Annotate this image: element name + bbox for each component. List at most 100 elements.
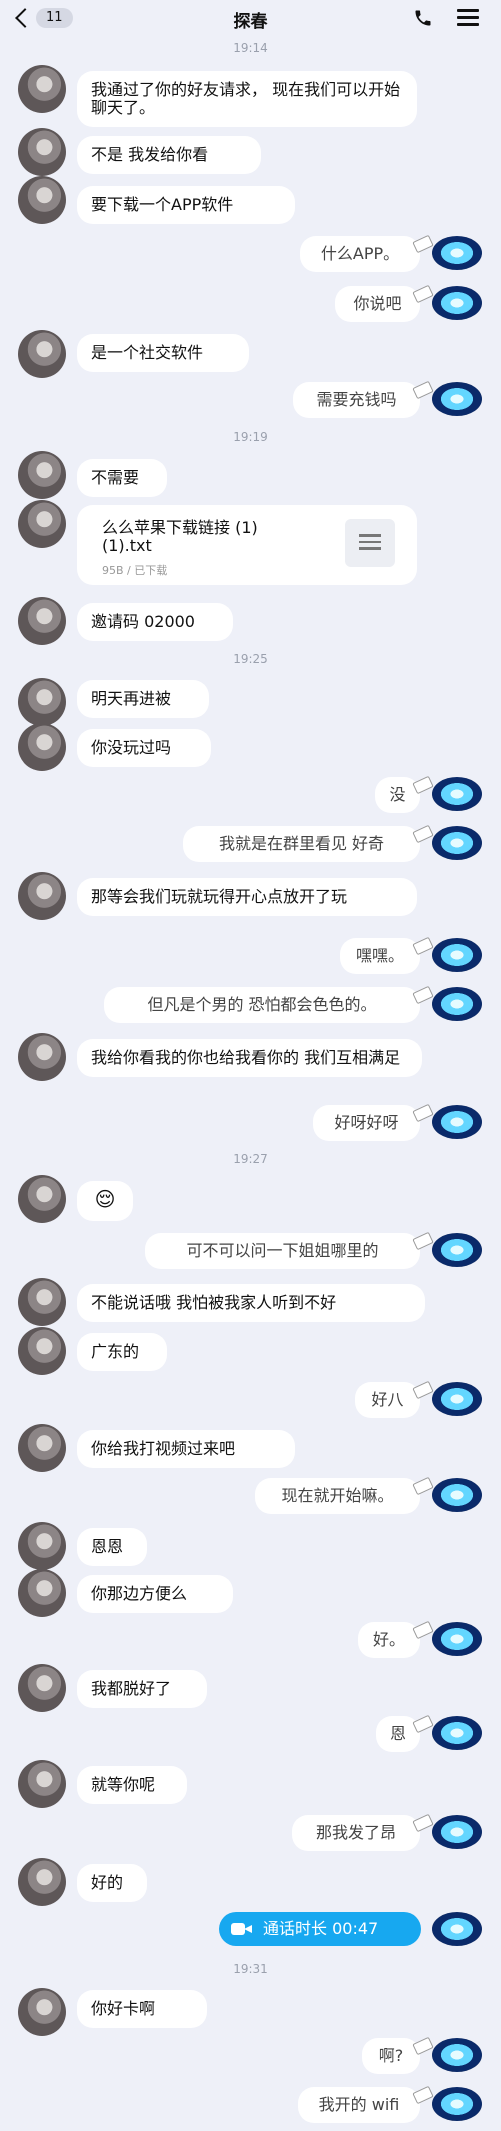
message-bubble: 我都脱好了 bbox=[77, 1670, 207, 1708]
avatar[interactable] bbox=[432, 2087, 482, 2121]
avatar[interactable] bbox=[18, 128, 66, 176]
call-duration: 通话时长 00:47 bbox=[263, 1919, 379, 1938]
bubble-tail bbox=[412, 1620, 434, 1640]
timestamp: 19:27 bbox=[233, 1152, 268, 1166]
message-bubble: 我开的 wifi bbox=[298, 2087, 420, 2123]
message-bubble: 明天再进被 bbox=[77, 680, 209, 718]
avatar[interactable] bbox=[18, 1569, 66, 1617]
avatar[interactable] bbox=[18, 1175, 66, 1223]
avatar[interactable] bbox=[432, 826, 482, 860]
message-bubble: 是一个社交软件 bbox=[77, 334, 249, 372]
emoji-message: 😌 bbox=[77, 1181, 133, 1221]
avatar[interactable] bbox=[18, 176, 66, 224]
message-bubble: 好八 bbox=[355, 1382, 420, 1418]
bubble-tail bbox=[412, 936, 434, 956]
avatar[interactable] bbox=[432, 987, 482, 1021]
message-bubble: 我通过了你的好友请求， 现在我们可以开始聊天了。 bbox=[77, 71, 417, 127]
timestamp: 19:31 bbox=[233, 1962, 268, 1976]
avatar[interactable] bbox=[18, 65, 66, 113]
avatar[interactable] bbox=[18, 1760, 66, 1808]
bubble-tail bbox=[412, 2036, 434, 2056]
avatar[interactable] bbox=[432, 1716, 482, 1750]
avatar[interactable] bbox=[18, 1033, 66, 1081]
message-bubble: 广东的 bbox=[77, 1333, 167, 1371]
message-bubble: 不是 我发给你看 bbox=[77, 136, 261, 174]
bubble-tail bbox=[412, 380, 434, 400]
bubble-tail bbox=[412, 1714, 434, 1734]
file-meta: 95B / 已下载 bbox=[102, 564, 168, 577]
message-bubble: 恩恩 bbox=[77, 1528, 147, 1566]
call-record-bubble[interactable]: 通话时长 00:47 bbox=[219, 1912, 421, 1946]
message-bubble: 就等你呢 bbox=[77, 1766, 187, 1804]
avatar[interactable] bbox=[432, 2038, 482, 2072]
chat-header: 11 探春 bbox=[0, 0, 501, 36]
message-bubble: 不需要 bbox=[77, 459, 167, 497]
avatar[interactable] bbox=[18, 330, 66, 378]
message-bubble: 需要充钱吗 bbox=[293, 382, 420, 418]
timestamp: 19:19 bbox=[233, 430, 268, 444]
document-icon bbox=[345, 519, 395, 567]
bubble-tail bbox=[412, 1813, 434, 1833]
message-bubble: 好呀好呀 bbox=[313, 1105, 420, 1141]
avatar[interactable] bbox=[18, 451, 66, 499]
bubble-tail bbox=[412, 1103, 434, 1123]
avatar[interactable] bbox=[18, 1858, 66, 1906]
avatar[interactable] bbox=[432, 1478, 482, 1512]
avatar[interactable] bbox=[18, 678, 66, 726]
avatar[interactable] bbox=[18, 1424, 66, 1472]
timestamp: 19:25 bbox=[233, 652, 268, 666]
avatar[interactable] bbox=[432, 1382, 482, 1416]
bubble-tail bbox=[412, 985, 434, 1005]
avatar[interactable] bbox=[432, 1622, 482, 1656]
message-bubble: 我给你看我的你也给我看你的 我们互相满足 bbox=[77, 1039, 422, 1077]
message-bubble: 你说吧 bbox=[335, 286, 420, 322]
message-bubble: 但凡是个男的 恐怕都会色色的。 bbox=[104, 987, 420, 1023]
avatar[interactable] bbox=[18, 1522, 66, 1570]
message-bubble: 什么APP。 bbox=[300, 236, 420, 272]
avatar[interactable] bbox=[432, 1815, 482, 1849]
avatar[interactable] bbox=[18, 1664, 66, 1712]
avatar[interactable] bbox=[18, 1278, 66, 1326]
avatar[interactable] bbox=[18, 723, 66, 771]
avatar[interactable] bbox=[432, 1233, 482, 1267]
message-bubble: 好。 bbox=[358, 1622, 420, 1658]
file-message-card[interactable]: 么么苹果下载链接 (1) (1).txt 95B / 已下载 bbox=[77, 505, 417, 585]
avatar[interactable] bbox=[18, 872, 66, 920]
message-bubble: 那我发了昂 bbox=[292, 1815, 420, 1851]
message-bubble: 啊? bbox=[362, 2038, 420, 2074]
avatar[interactable] bbox=[432, 236, 482, 270]
message-bubble: 现在就开始嘛。 bbox=[255, 1478, 420, 1514]
message-bubble: 邀请码 02000 bbox=[77, 603, 233, 641]
bubble-tail bbox=[412, 1476, 434, 1496]
avatar[interactable] bbox=[432, 1105, 482, 1139]
phone-icon[interactable] bbox=[413, 8, 433, 28]
avatar[interactable] bbox=[18, 500, 66, 548]
bubble-tail bbox=[412, 775, 434, 795]
message-bubble: 好的 bbox=[77, 1864, 147, 1902]
message-bubble: 可不可以问一下姐姐哪里的 bbox=[145, 1233, 420, 1269]
bubble-tail bbox=[412, 1231, 434, 1251]
file-name: 么么苹果下载链接 (1) (1).txt bbox=[102, 518, 258, 555]
message-bubble: 那等会我们玩就玩得开心点放开了玩 bbox=[77, 878, 417, 916]
avatar[interactable] bbox=[432, 1912, 482, 1946]
bubble-tail bbox=[412, 284, 434, 304]
message-bubble: 你好卡啊 bbox=[77, 1990, 207, 2028]
message-bubble: 不能说话哦 我怕被我家人听到不好 bbox=[77, 1284, 425, 1322]
message-bubble: 要下载一个APP软件 bbox=[77, 186, 295, 224]
bubble-tail bbox=[412, 234, 434, 254]
avatar[interactable] bbox=[18, 1988, 66, 2036]
menu-icon[interactable] bbox=[457, 9, 479, 26]
avatar[interactable] bbox=[432, 286, 482, 320]
video-camera-icon bbox=[231, 1922, 253, 1936]
message-bubble: 你给我打视频过来吧 bbox=[77, 1430, 295, 1468]
bubble-tail bbox=[412, 824, 434, 844]
message-bubble: 你那边方便么 bbox=[77, 1575, 233, 1613]
message-bubble: 你没玩过吗 bbox=[77, 729, 211, 767]
avatar[interactable] bbox=[432, 938, 482, 972]
avatar[interactable] bbox=[18, 597, 66, 645]
avatar[interactable] bbox=[18, 1327, 66, 1375]
bubble-tail bbox=[412, 2085, 434, 2105]
avatar[interactable] bbox=[432, 382, 482, 416]
avatar[interactable] bbox=[432, 777, 482, 811]
timestamp: 19:14 bbox=[233, 41, 268, 55]
